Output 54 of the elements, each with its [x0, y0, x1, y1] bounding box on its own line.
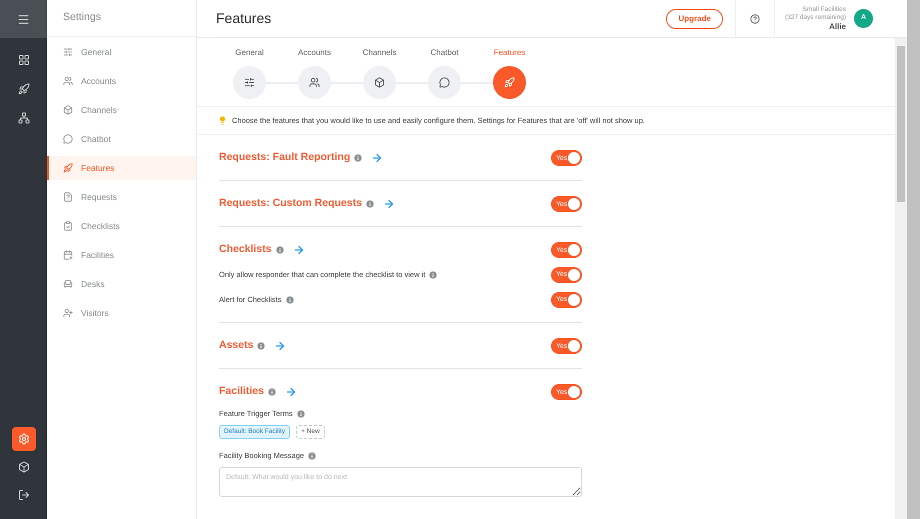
- settings-icon[interactable]: [12, 427, 36, 451]
- chat-icon: [63, 134, 73, 144]
- feature-title: Checklists: [219, 242, 272, 258]
- cube-icon: [63, 105, 73, 115]
- feature-title: Facilities: [219, 384, 264, 400]
- feature-title: Requests: Custom Requests: [219, 196, 362, 212]
- arrow-icon[interactable]: [371, 152, 384, 164]
- cube-icon: [374, 77, 385, 88]
- arrow-icon[interactable]: [292, 244, 305, 256]
- sliders-icon: [63, 47, 73, 57]
- info-icon: [296, 408, 306, 419]
- rocket-icon: [63, 163, 73, 173]
- feature-title: Assets: [219, 338, 254, 354]
- sidebar-item[interactable]: Checklists: [47, 214, 196, 238]
- info-icon: [274, 245, 285, 255]
- users-icon: [63, 308, 73, 318]
- sidebar-item[interactable]: Requests: [47, 185, 196, 209]
- sidebar-item[interactable]: Visitors: [47, 301, 196, 325]
- users-icon: [309, 77, 320, 88]
- user-name: Allie: [829, 22, 846, 32]
- sidebar-title: Settings: [63, 10, 101, 26]
- lightbulb-icon: [218, 116, 227, 125]
- info-icon: [266, 387, 277, 397]
- question-icon: [63, 192, 73, 202]
- users-icon: [63, 76, 73, 86]
- rocket-icon: [504, 77, 515, 88]
- sidebar-item[interactable]: General: [47, 40, 196, 64]
- feature-title: Requests: Fault Reporting: [219, 150, 350, 166]
- sidebar-item[interactable]: Accounts: [47, 69, 196, 93]
- info-icon: [364, 199, 375, 209]
- arrow-icon[interactable]: [284, 386, 297, 398]
- sliders-icon: [244, 77, 255, 88]
- sidebar-item[interactable]: Chatbot: [47, 127, 196, 151]
- help-icon[interactable]: [750, 14, 760, 24]
- info-icon: [284, 294, 295, 304]
- menu-icon[interactable]: [17, 12, 30, 26]
- window-scrollbar[interactable]: [907, 0, 920, 519]
- info-icon: [256, 341, 266, 351]
- scrollbar[interactable]: [895, 38, 907, 519]
- calendar-icon: [63, 250, 73, 260]
- upgrade-button[interactable]: Upgrade: [666, 8, 723, 28]
- info-icon: [428, 270, 438, 280]
- info-icon: [307, 450, 318, 461]
- arrow-icon[interactable]: [274, 340, 286, 352]
- sidebar-item[interactable]: Desks: [47, 272, 196, 296]
- chair-icon: [63, 279, 73, 289]
- page-title: Features: [216, 9, 272, 28]
- sidebar-item[interactable]: Channels: [47, 98, 196, 122]
- info-icon: [353, 153, 364, 163]
- arrow-icon[interactable]: [382, 198, 395, 210]
- sidebar-item[interactable]: Facilities: [47, 243, 196, 267]
- chat-icon: [439, 77, 450, 88]
- sidebar-item[interactable]: Features: [47, 156, 196, 180]
- clipboard-icon: [63, 221, 73, 231]
